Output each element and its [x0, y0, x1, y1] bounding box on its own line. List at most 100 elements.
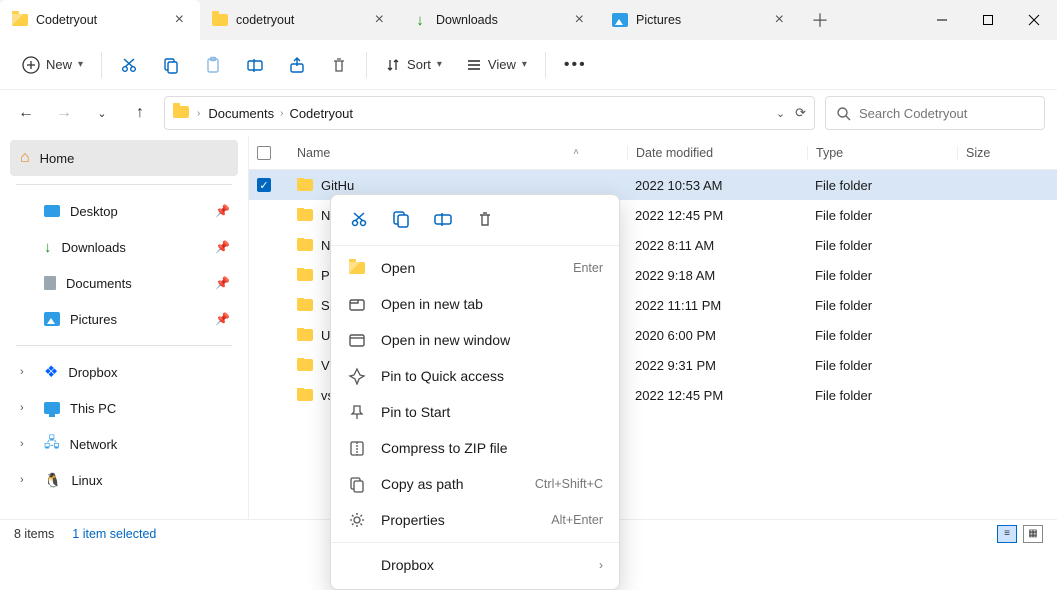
- column-label: Date modified: [636, 146, 713, 160]
- close-icon[interactable]: ×: [371, 10, 388, 30]
- dropbox-icon: ❖: [44, 362, 58, 382]
- close-icon[interactable]: ×: [171, 10, 188, 30]
- row-checkbox[interactable]: ✓: [249, 178, 289, 192]
- close-icon[interactable]: ×: [771, 10, 788, 30]
- up-button[interactable]: ↑: [126, 104, 154, 122]
- ctx-open-tab[interactable]: Open in new tab: [331, 286, 619, 322]
- window-controls: [919, 0, 1057, 40]
- row-type: File folder: [807, 388, 957, 403]
- ctx-pin-start[interactable]: Pin to Start: [331, 394, 619, 430]
- ctx-dropbox[interactable]: Dropbox ›: [331, 547, 619, 583]
- pin-start-icon: [347, 402, 367, 422]
- chevron-right-icon: ›: [197, 108, 200, 119]
- checkbox-icon[interactable]: [257, 146, 271, 160]
- ctx-open-window[interactable]: Open in new window: [331, 322, 619, 358]
- status-selection: 1 item selected: [72, 527, 156, 541]
- close-icon[interactable]: ×: [571, 10, 588, 30]
- minimize-button[interactable]: [919, 0, 965, 40]
- linux-icon: 🐧: [44, 472, 61, 489]
- sidebar-item-dropbox[interactable]: › ❖ Dropbox: [10, 354, 238, 390]
- ctx-properties[interactable]: Properties Alt+Enter: [331, 502, 619, 538]
- sort-button[interactable]: Sort ▾: [377, 51, 450, 79]
- sidebar-item-home[interactable]: ⌂ Home: [10, 140, 238, 176]
- sidebar-item-linux[interactable]: › 🐧 Linux: [10, 462, 238, 498]
- new-tab-button[interactable]: ＋: [800, 0, 840, 40]
- address-bar[interactable]: › Documents › Codetryout ⌄ ⟳: [164, 96, 815, 130]
- ctx-label: Pin to Quick access: [381, 368, 504, 384]
- sidebar-item-network[interactable]: › 🖧 Network: [10, 426, 238, 462]
- share-button[interactable]: [280, 50, 314, 80]
- breadcrumb-item[interactable]: Codetryout: [289, 106, 353, 121]
- trash-icon: [330, 56, 348, 74]
- chevron-right-icon[interactable]: ›: [20, 366, 34, 378]
- tab-codetryout-active[interactable]: Codetryout ×: [0, 0, 200, 40]
- ctx-pin-quick[interactable]: Pin to Quick access: [331, 358, 619, 394]
- row-type: File folder: [807, 328, 957, 343]
- rename-icon: [246, 56, 264, 74]
- back-button[interactable]: ←: [12, 104, 40, 122]
- ctx-copy-path[interactable]: Copy as path Ctrl+Shift+C: [331, 466, 619, 502]
- tab-downloads[interactable]: ↓ Downloads ×: [400, 0, 600, 40]
- new-label: New: [46, 57, 72, 72]
- details-view-button[interactable]: ≡: [997, 525, 1017, 543]
- ctx-open[interactable]: Open Enter: [331, 250, 619, 286]
- sidebar-item-downloads[interactable]: ↓ Downloads 📌: [10, 229, 238, 265]
- chevron-right-icon[interactable]: ›: [20, 474, 34, 486]
- tab-label: Codetryout: [36, 13, 163, 27]
- cut-button[interactable]: [112, 50, 146, 80]
- column-checkbox[interactable]: [249, 146, 289, 160]
- paste-button[interactable]: [196, 50, 230, 80]
- rename-button[interactable]: [431, 207, 455, 231]
- column-date[interactable]: Date modified: [627, 146, 807, 160]
- ctx-shortcut: Ctrl+Shift+C: [535, 477, 603, 491]
- sidebar-label: This PC: [70, 401, 116, 416]
- sidebar-item-pictures[interactable]: Pictures 📌: [10, 301, 238, 337]
- thumbnails-view-button[interactable]: ▦: [1023, 525, 1043, 543]
- forward-button[interactable]: →: [50, 104, 78, 122]
- sidebar-item-thispc[interactable]: › This PC: [10, 390, 238, 426]
- chevron-right-icon[interactable]: ›: [20, 402, 34, 414]
- row-date: 2022 12:45 PM: [627, 388, 807, 403]
- pin-icon: 📌: [215, 312, 230, 326]
- tab-pictures[interactable]: Pictures ×: [600, 0, 800, 40]
- column-name[interactable]: Name˄: [289, 146, 627, 160]
- copy-button[interactable]: [389, 207, 413, 231]
- download-icon: ↓: [412, 12, 428, 28]
- row-name-cell[interactable]: GitHu: [289, 178, 627, 193]
- folder-icon: [212, 12, 228, 28]
- tab-label: Downloads: [436, 13, 563, 27]
- sidebar-item-documents[interactable]: Documents 📌: [10, 265, 238, 301]
- cut-button[interactable]: [347, 207, 371, 231]
- column-size[interactable]: Size: [957, 146, 1057, 160]
- column-label: Type: [816, 146, 843, 160]
- copy-path-icon: [347, 474, 367, 494]
- copy-button[interactable]: [154, 50, 188, 80]
- sidebar-item-desktop[interactable]: Desktop 📌: [10, 193, 238, 229]
- maximize-button[interactable]: [965, 0, 1011, 40]
- sort-asc-icon: ˄: [573, 147, 579, 158]
- ctx-compress[interactable]: Compress to ZIP file: [331, 430, 619, 466]
- chevron-down-icon[interactable]: ⌄: [776, 107, 785, 120]
- new-button[interactable]: New ▾: [14, 50, 91, 80]
- titlebar: Codetryout × codetryout × ↓ Downloads × …: [0, 0, 1057, 40]
- more-button[interactable]: •••: [556, 50, 595, 80]
- checkbox-icon[interactable]: ✓: [257, 178, 271, 192]
- delete-button[interactable]: [322, 50, 356, 80]
- ctx-shortcut: Enter: [573, 261, 603, 275]
- rename-button[interactable]: [238, 50, 272, 80]
- search-box[interactable]: [825, 96, 1045, 130]
- view-button[interactable]: View ▾: [458, 51, 535, 79]
- document-icon: [44, 276, 56, 290]
- chevron-right-icon[interactable]: ›: [20, 438, 34, 450]
- folder-icon: [297, 299, 313, 311]
- refresh-button[interactable]: ⟳: [795, 105, 806, 121]
- tab-codetryout-lower[interactable]: codetryout ×: [200, 0, 400, 40]
- breadcrumb-item[interactable]: Documents: [208, 106, 274, 121]
- close-button[interactable]: [1011, 0, 1057, 40]
- recent-locations-button[interactable]: ⌄: [88, 107, 116, 120]
- plus-circle-icon: [22, 56, 40, 74]
- search-input[interactable]: [859, 106, 1035, 121]
- column-type[interactable]: Type: [807, 146, 957, 160]
- folder-icon: [297, 239, 313, 251]
- delete-button[interactable]: [473, 207, 497, 231]
